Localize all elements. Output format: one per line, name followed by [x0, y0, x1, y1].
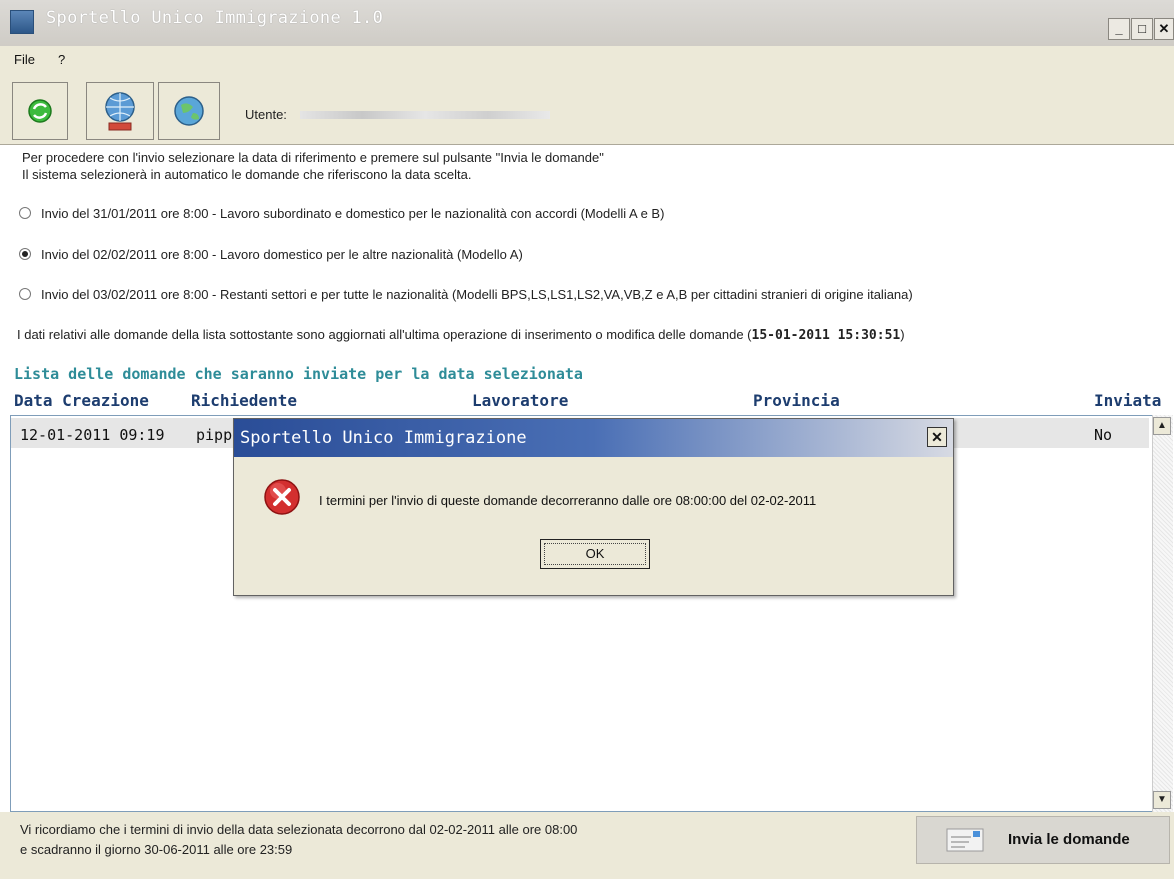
- update-note-suffix: ): [900, 327, 905, 342]
- dialog-title: Sportello Unico Immigrazione: [240, 428, 527, 448]
- column-header-richiedente[interactable]: Richiedente: [191, 391, 297, 410]
- column-header-inviata[interactable]: Inviata: [1094, 391, 1161, 410]
- menu-help[interactable]: ?: [58, 52, 65, 67]
- window-title: Sportello Unico Immigrazione 1.0: [46, 8, 384, 28]
- scroll-up-icon[interactable]: ▲: [1153, 417, 1171, 435]
- instruction-line-2: Il sistema selezionerà in automatico le …: [22, 167, 472, 182]
- menu-bar: [0, 46, 1174, 74]
- instruction-line-1: Per procedere con l'invio selezionare la…: [22, 150, 604, 165]
- list-scrollbar[interactable]: [1152, 415, 1173, 812]
- list-title: Lista delle domande che saranno inviate …: [14, 365, 583, 383]
- cell-inviata: No: [1094, 426, 1113, 444]
- option-label-3[interactable]: Invio del 03/02/2011 ore 8:00 - Restanti…: [41, 287, 913, 302]
- dialog-message: I termini per l'invio di queste domande …: [319, 493, 817, 508]
- radio-option-1[interactable]: [19, 207, 31, 219]
- radio-option-2[interactable]: [19, 248, 31, 260]
- globe-button[interactable]: [158, 82, 220, 140]
- update-note: I dati relativi alle domande della lista…: [17, 327, 905, 343]
- scroll-down-icon[interactable]: ▼: [1153, 791, 1171, 809]
- globe-network-icon: [105, 92, 135, 131]
- send-mail-icon: [946, 828, 984, 852]
- globe-arrow-icon: [174, 96, 204, 126]
- update-note-prefix: I dati relativi alle domande della lista…: [17, 327, 752, 342]
- option-label-1[interactable]: Invio del 31/01/2011 ore 8:00 - Lavoro s…: [41, 206, 664, 221]
- column-header-provincia[interactable]: Provincia: [753, 391, 840, 410]
- network-button[interactable]: [86, 82, 154, 140]
- menu-file[interactable]: File: [14, 52, 35, 67]
- close-button[interactable]: ✕: [1154, 18, 1174, 40]
- minimize-button[interactable]: _: [1108, 18, 1130, 40]
- app-icon: [10, 10, 34, 34]
- user-name-redacted: [300, 111, 550, 119]
- refresh-button[interactable]: [12, 82, 68, 140]
- dialog-close-button[interactable]: ✕: [927, 427, 947, 447]
- radio-option-3[interactable]: [19, 288, 31, 300]
- maximize-button[interactable]: □: [1131, 18, 1153, 40]
- user-label: Utente:: [245, 107, 287, 122]
- column-header-data-creazione[interactable]: Data Creazione: [14, 391, 149, 410]
- footer-note-line-2: e scadranno il giorno 30-06-2011 alle or…: [20, 842, 293, 857]
- update-note-timestamp: 15-01-2011 15:30:51: [751, 328, 901, 343]
- error-icon: [264, 479, 300, 515]
- column-header-lavoratore[interactable]: Lavoratore: [472, 391, 568, 410]
- option-label-2[interactable]: Invio del 02/02/2011 ore 8:00 - Lavoro d…: [41, 247, 523, 262]
- refresh-icon: [28, 99, 52, 123]
- footer-note-line-1: Vi ricordiamo che i termini di invio del…: [20, 822, 578, 837]
- ok-button[interactable]: OK: [540, 539, 650, 569]
- cell-data-creazione: 12-01-2011 09:19: [20, 426, 165, 444]
- send-applications-label[interactable]: Invia le domande: [1008, 831, 1130, 848]
